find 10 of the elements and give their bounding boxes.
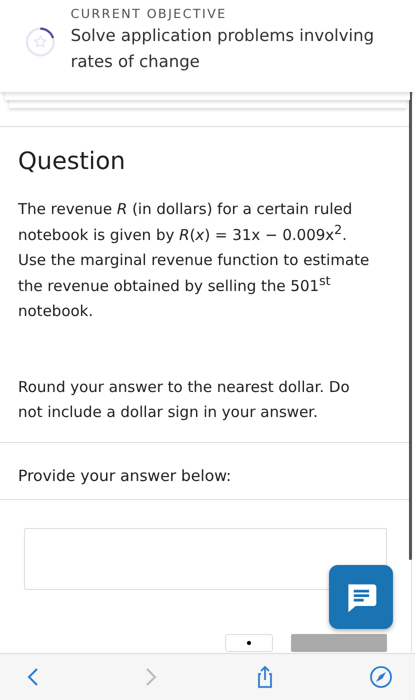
answer-prompt: Provide your answer below: [18, 466, 232, 484]
instruction-text: Round your answer to the nearest dollar. Do not include a dollar sign in your answer. [18, 376, 351, 423]
question-heading: Question [18, 147, 126, 175]
compass-icon[interactable] [368, 665, 393, 689]
objective-label: CURRENT OBJECTIVE [70, 6, 228, 21]
question-text: The revenue R (in dollars) for a certain ruled notebook is given by R(x) = 31x − 0.009x$^{2}$. Use the marginal revenue function to estimate the revenue obtained by selling the 501$^{st}$ notebook. [18, 199, 370, 322]
objective-title: Solve application problems involving rates of change [70, 25, 376, 73]
dot-icon [247, 640, 251, 644]
answer-field[interactable] [24, 528, 387, 590]
chat-button[interactable] [329, 565, 393, 629]
